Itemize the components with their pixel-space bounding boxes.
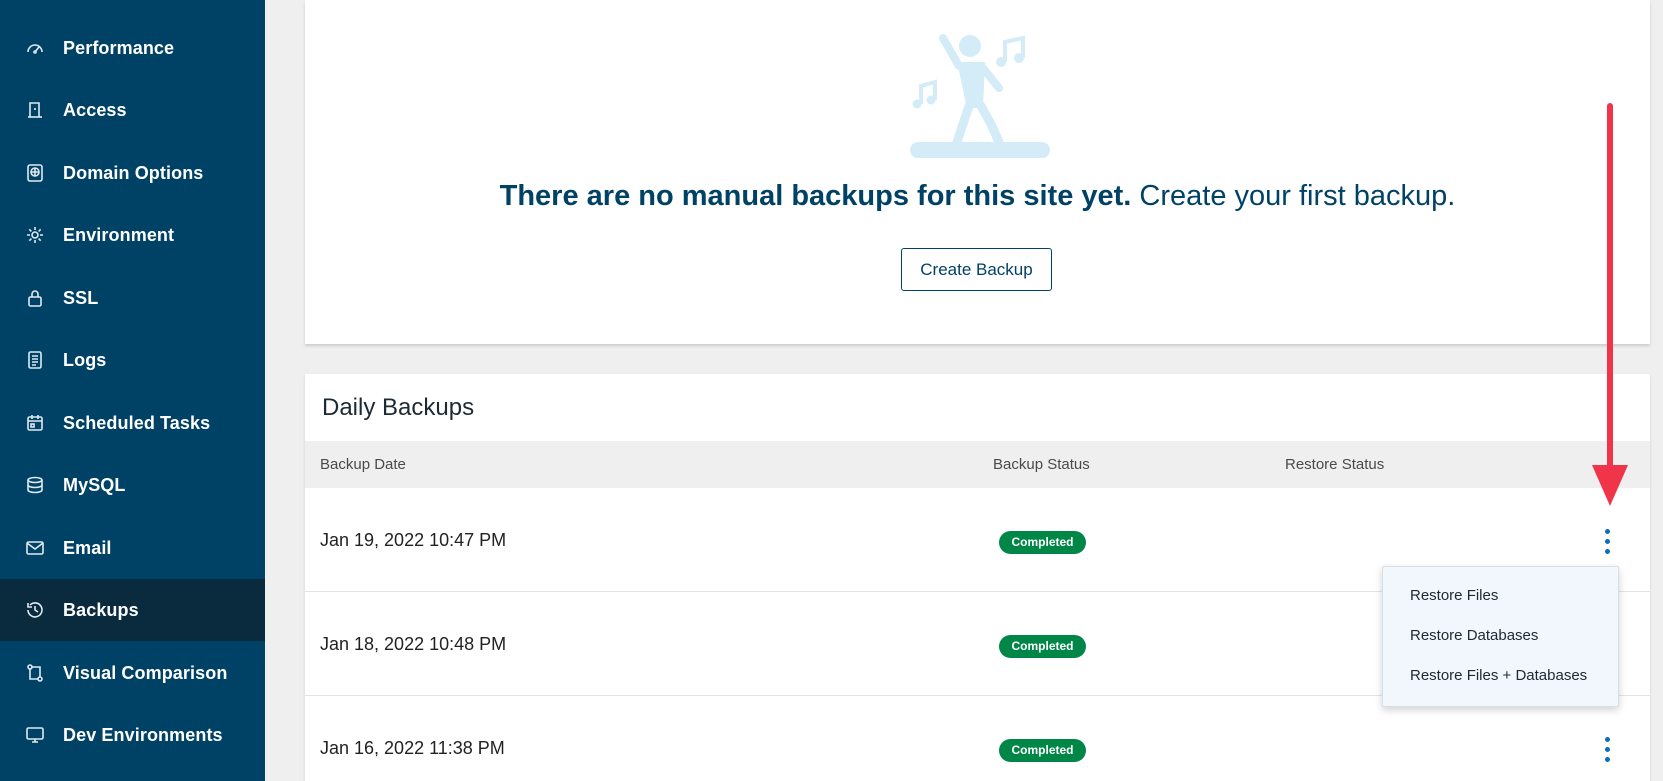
sidebar-item-label: Access: [63, 99, 127, 120]
sidebar-item-domain-options[interactable]: Domain Options: [0, 142, 265, 204]
sidebar-item-visual-comparison[interactable]: Visual Comparison: [0, 642, 265, 704]
row-actions-menu: Restore Files Restore Databases Restore …: [1382, 566, 1619, 707]
kebab-dot-icon: [1604, 528, 1610, 534]
sidebar-item-scheduled-tasks[interactable]: Scheduled Tasks: [0, 392, 265, 454]
menu-item-restore-databases[interactable]: Restore Databases: [1410, 627, 1538, 644]
kebab-dot-icon: [1604, 746, 1610, 752]
globe-icon: [24, 162, 46, 184]
sidebar-item-performance[interactable]: Performance: [0, 17, 265, 79]
sidebar-item-backups[interactable]: Backups: [0, 579, 265, 641]
calendar-icon: [24, 412, 46, 434]
backup-date: Jan 18, 2022 10:48 PM: [320, 634, 507, 654]
status-badge: Completed: [999, 739, 1086, 762]
status-badge: Completed: [999, 635, 1086, 658]
sidebar-item-ssl[interactable]: SSL: [0, 267, 265, 329]
database-icon: [24, 474, 46, 496]
sidebar-item-label: Backups: [63, 599, 139, 620]
monitor-icon: [24, 724, 46, 746]
create-backup-button[interactable]: Create Backup: [901, 248, 1052, 291]
row-actions-button[interactable]: [1595, 732, 1619, 766]
sidebar-item-label: Scheduled Tasks: [63, 412, 211, 433]
document-icon: [24, 349, 46, 371]
row-actions-button[interactable]: [1595, 524, 1619, 558]
table-row: Jan 16, 2022 11:38 PM Completed: [305, 696, 1650, 781]
kebab-dot-icon: [1604, 756, 1610, 762]
column-header-backup-status: Backup Status: [993, 456, 1090, 473]
compare-icon: [24, 662, 46, 684]
sidebar-item-label: Email: [63, 537, 112, 558]
door-icon: [24, 99, 46, 121]
daily-backups-title: Daily Backups: [322, 394, 475, 421]
sidebar: Performance Access Domain Options Enviro…: [0, 0, 265, 781]
sidebar-item-mysql[interactable]: MySQL: [0, 454, 265, 516]
annotation-arrow-icon: [1592, 103, 1628, 506]
gear-icon: [24, 224, 46, 246]
kebab-dot-icon: [1604, 538, 1610, 544]
sidebar-item-environment[interactable]: Environment: [0, 204, 265, 266]
sidebar-item-label: Visual Comparison: [63, 662, 228, 683]
empty-state-heading: There are no manual backups for this sit…: [499, 180, 1132, 212]
sidebar-item-label: MySQL: [63, 474, 126, 495]
menu-item-restore-files[interactable]: Restore Files: [1410, 587, 1498, 604]
sidebar-item-label: Logs: [63, 349, 107, 370]
sidebar-item-email[interactable]: Email: [0, 517, 265, 579]
sidebar-item-label: Environment: [63, 224, 175, 245]
menu-item-restore-files-databases[interactable]: Restore Files + Databases: [1410, 667, 1587, 684]
table-header: Backup Date Backup Status Restore Status: [305, 441, 1650, 488]
sidebar-item-dev-environments[interactable]: Dev Environments: [0, 704, 265, 766]
status-badge: Completed: [999, 531, 1086, 554]
kebab-dot-icon: [1604, 548, 1610, 554]
sidebar-item-label: Performance: [63, 37, 175, 58]
column-header-backup-date: Backup Date: [320, 456, 406, 473]
manual-backups-card: There are no manual backups for this sit…: [305, 0, 1650, 344]
sidebar-item-logs[interactable]: Logs: [0, 329, 265, 391]
dancing-person-icon: [910, 34, 1050, 158]
kebab-dot-icon: [1604, 736, 1610, 742]
sidebar-item-label: Dev Environments: [63, 724, 223, 745]
column-header-restore-status: Restore Status: [1285, 456, 1385, 473]
sidebar-item-access[interactable]: Access: [0, 79, 265, 141]
history-icon: [24, 599, 46, 621]
lock-icon: [24, 287, 46, 309]
sidebar-item-label: Domain Options: [63, 162, 204, 183]
backup-date: Jan 19, 2022 10:47 PM: [320, 530, 507, 550]
backup-date: Jan 16, 2022 11:38 PM: [320, 738, 505, 758]
empty-state-subtext: Create your first backup.: [1131, 180, 1456, 212]
gauge-icon: [24, 37, 46, 59]
sidebar-item-label: SSL: [63, 287, 99, 308]
empty-state-message: There are no manual backups for this sit…: [305, 180, 1650, 213]
envelope-icon: [24, 537, 46, 559]
